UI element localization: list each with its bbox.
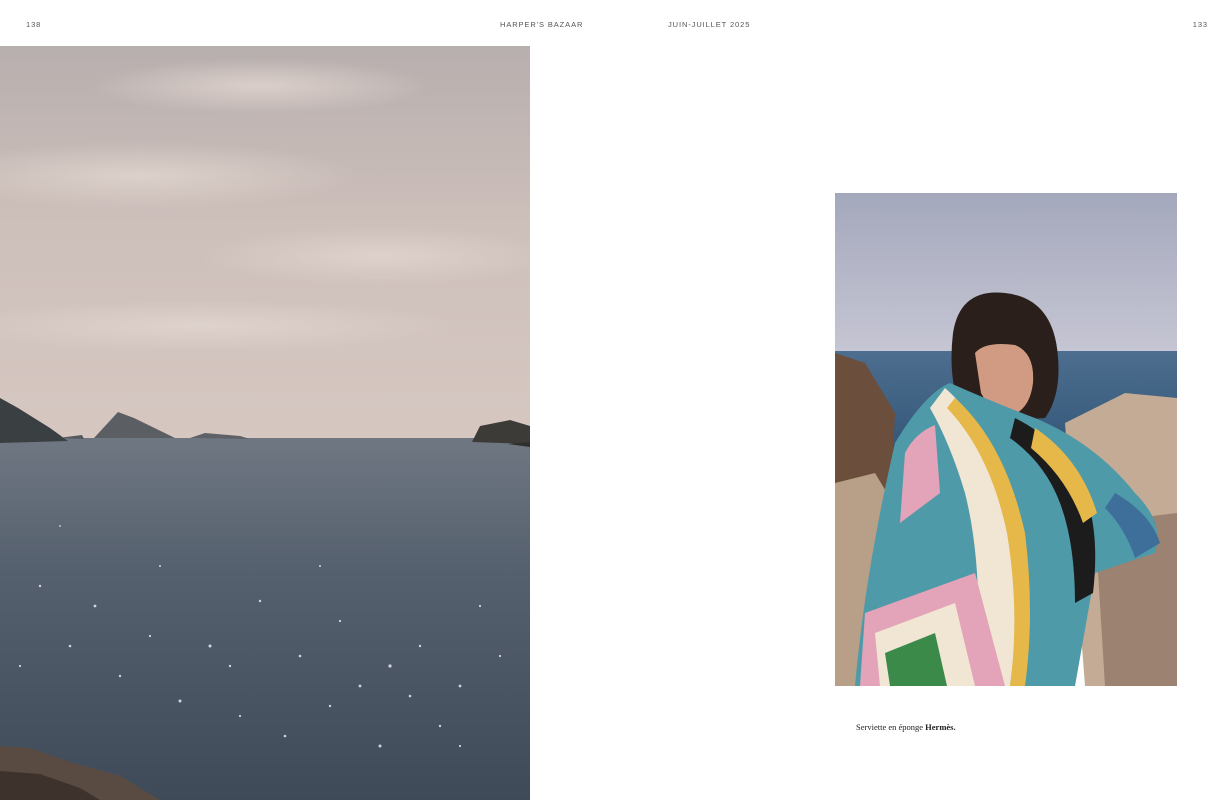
model-portrait-photo (835, 193, 1177, 686)
issue-date: JUIN-JUILLET 2025 (668, 20, 751, 29)
page-number-left: 138 (26, 20, 42, 29)
magazine-spread: 138 HARPER'S BAZAAR JUIN-JUILLET 2025 13… (0, 0, 1228, 800)
seascape-photo (0, 46, 530, 800)
page-number-right: 133 (1192, 20, 1208, 29)
caption-brand: Hermès. (925, 722, 956, 732)
masthead: HARPER'S BAZAAR (500, 20, 584, 29)
photo-caption: Serviette en éponge Hermès. (856, 722, 956, 732)
caption-text: Serviette en éponge (856, 722, 926, 732)
